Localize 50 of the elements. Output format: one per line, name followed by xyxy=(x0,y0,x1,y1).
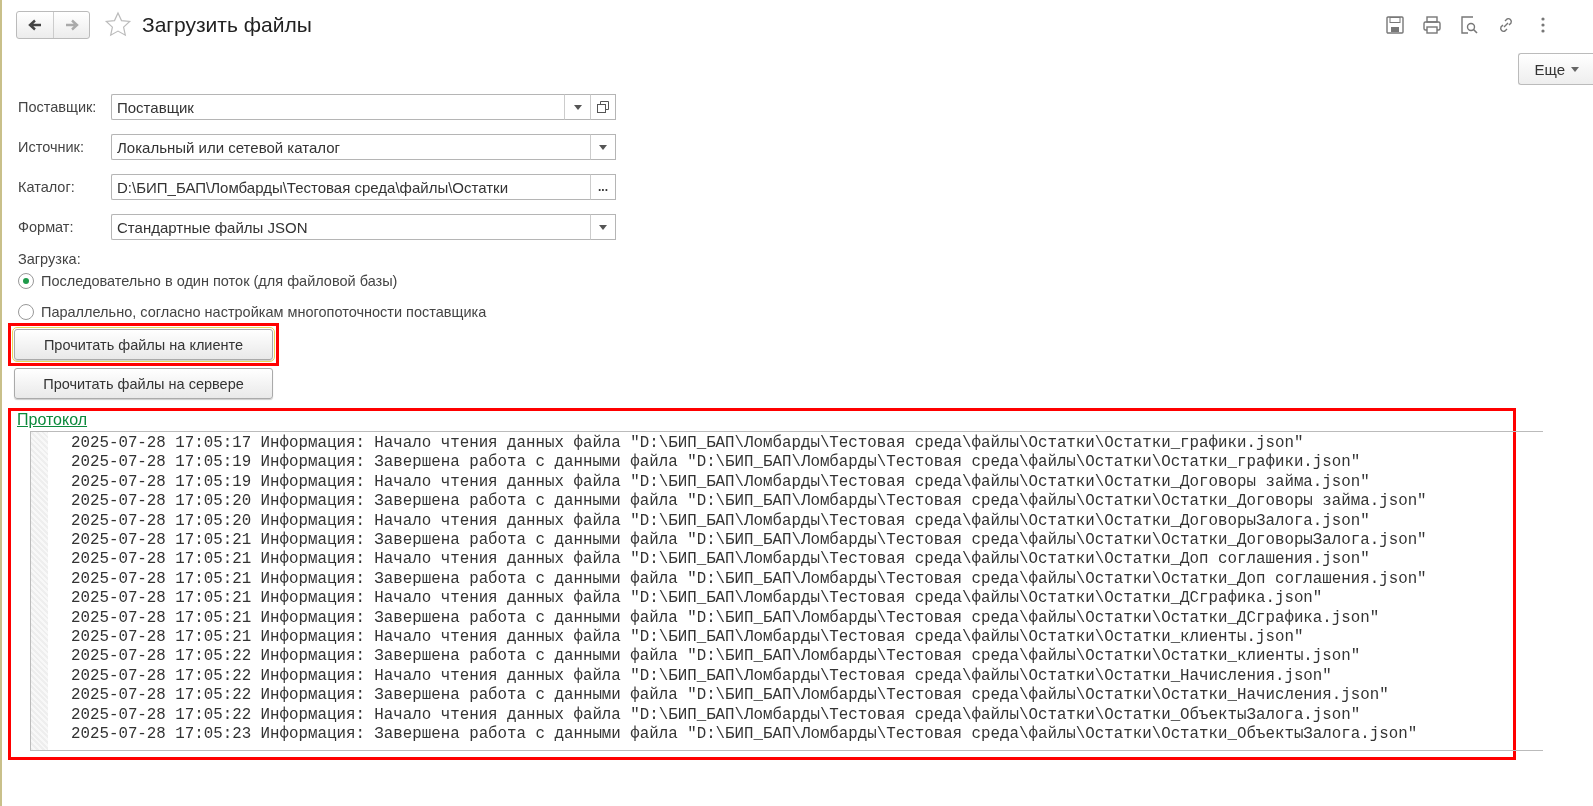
radio-button[interactable] xyxy=(18,273,34,289)
dropdown-field[interactable]: Стандартные файлы JSON xyxy=(111,214,590,240)
radio-label: Параллельно, согласно настройкам многопоточности поставщика xyxy=(41,304,487,320)
path-field[interactable]: D:\БИП_БАП\Ломбарды\Тестовая среда\файлы\Остатки xyxy=(111,174,590,200)
arrow-right-icon xyxy=(64,19,79,31)
field-label: Формат: xyxy=(18,219,75,235)
log-line: 2025-07-28 17:05:21 Информация: Начало чтения данных файла "D:\БИП_БАП\Ломбарды\Тестовая среда\файлы\Остатки\Остатки_Доп соглашения.json" xyxy=(71,550,1371,570)
window-title: Загрузить файлы xyxy=(142,13,312,37)
read-files-button[interactable]: Прочитать файлы на клиенте xyxy=(14,329,273,360)
log-line: 2025-07-28 17:05:21 Информация: Начало чтения данных файла "D:\БИП_БАП\Ломбарды\Тестовая среда\файлы\Остатки\Остатки_клиенты.json" xyxy=(71,628,1305,647)
log-line: 2025-07-28 17:05:22 Информация: Начало чтения данных файла "D:\БИП_БАП\Ломбарды\Тестовая среда\файлы\Остатки\Остатки_Начисления.json" xyxy=(71,666,1333,686)
radio-label: Последовательно в один поток (для файловой базы) xyxy=(41,273,398,289)
star-icon[interactable] xyxy=(104,11,132,39)
log-line: 2025-07-28 17:05:19 Информация: Начало чтения данных файла "D:\БИП_БАП\Ломбарды\Тестовая среда\файлы\Остатки\Остатки_Договоры займа.json" xyxy=(71,472,1371,492)
log-line: 2025-07-28 17:05:22 Информация: Завершена работа с данными файла "D:\БИП_БАП\Ломбарды\Тестовая среда\файлы\Остатки\Остатки_клиенты.json" xyxy=(71,647,1362,667)
dropdown-button[interactable] xyxy=(564,94,590,120)
log-line: 2025-07-28 17:05:20 Информация: Начало чтения данных файла "D:\БИП_БАП\Ломбарды\Тестовая среда\файлы\Остатки\Остатки_ДоговорыЗалога.json" xyxy=(71,511,1371,531)
read-files-button[interactable]: Прочитать файлы на сервере xyxy=(14,368,273,399)
caret-down-icon xyxy=(573,104,582,110)
log-line: 2025-07-28 17:05:21 Информация: Завершена работа с данными файла "D:\БИП_БАП\Ломбарды\Тестовая среда\файлы\Остатки\Остатки_ДоговорыЗалога.json" xyxy=(71,531,1427,550)
field-label: Поставщик: xyxy=(18,99,98,115)
group-label: Загрузка: xyxy=(18,251,82,267)
caret-down-icon xyxy=(599,224,607,230)
log-line: 2025-07-28 17:05:21 Информация: Завершена работа с данными файла "D:\БИП_БАП\Ломбарды\Тестовая среда\файлы\Остатки\Остатки_Доп соглашения.json" xyxy=(71,569,1427,589)
open-button[interactable] xyxy=(590,94,616,120)
preview-icon[interactable] xyxy=(1459,15,1479,35)
save-icon[interactable] xyxy=(1385,15,1405,35)
log-line: 2025-07-28 17:05:23 Информация: Завершена работа с данными файла "D:\БИП_БАП\Ломбарды\Тестовая среда\файлы\Остатки\Остатки_ОбъектыЗалога.json" xyxy=(71,725,1419,745)
copy-icon xyxy=(597,101,609,113)
dropdown-field[interactable]: Поставщик xyxy=(111,94,564,120)
dropdown-button[interactable] xyxy=(590,134,616,160)
log-line: 2025-07-28 17:05:22 Информация: Начало чтения данных файла "D:\БИП_БАП\Ломбарды\Тестовая среда\файлы\Остатки\Остатки_ОбъектыЗалога.json" xyxy=(71,705,1362,725)
log-line: 2025-07-28 17:05:19 Информация: Завершена работа с данными файла "D:\БИП_БАП\Ломбарды\Тестовая среда\файлы\Остатки\Остатки_графики.json" xyxy=(71,453,1362,473)
field-label: Источник: xyxy=(18,139,85,155)
log-line: 2025-07-28 17:05:22 Информация: Завершена работа с данными файла "D:\БИП_БАП\Ломбарды\Тестовая среда\файлы\Остатки\Остатки_Начисления.json" xyxy=(71,686,1390,706)
log-line: 2025-07-28 17:05:17 Информация: Начало чтения данных файла "D:\БИП_БАП\Ломбарды\Тестовая среда\файлы\Остатки\Остатки_графики.json" xyxy=(71,434,1305,453)
radio-button[interactable] xyxy=(18,304,34,320)
more-button[interactable]: Еще xyxy=(1518,53,1593,85)
dropdown-field[interactable]: Локальный или сетевой каталог xyxy=(111,134,590,160)
caret-down-icon xyxy=(1571,66,1579,72)
log-line: 2025-07-28 17:05:21 Информация: Завершена работа с данными файла "D:\БИП_БАП\Ломбарды\Тестовая среда\файлы\Остатки\Остатки_ДСграфика.json" xyxy=(71,608,1381,628)
dropdown-button[interactable] xyxy=(590,214,616,240)
field-label: Каталог: xyxy=(18,179,76,195)
log-line: 2025-07-28 17:05:20 Информация: Завершена работа с данными файла "D:\БИП_БАП\Ломбарды\Тестовая среда\файлы\Остатки\Остатки_Договоры займа.json" xyxy=(71,492,1427,512)
print-icon[interactable] xyxy=(1422,15,1442,35)
arrow-left-icon xyxy=(28,19,42,31)
protocol-link[interactable]: Протокол xyxy=(17,411,88,429)
log-line: 2025-07-28 17:05:21 Информация: Начало чтения данных файла "D:\БИП_БАП\Ломбарды\Тестовая среда\файлы\Остатки\Остатки_ДСграфика.json" xyxy=(71,589,1324,609)
caret-down-icon xyxy=(599,144,607,150)
browse-button[interactable]: ... xyxy=(590,174,616,200)
